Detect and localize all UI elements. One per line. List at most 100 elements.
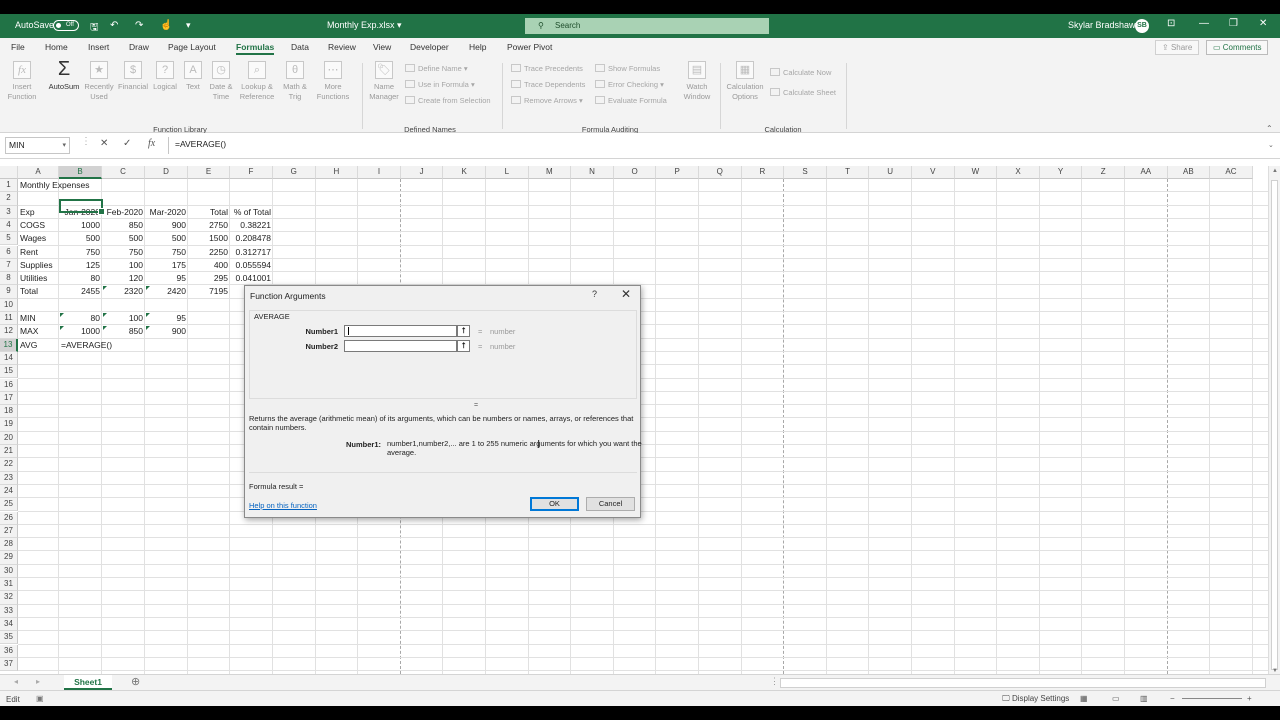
column-header-f[interactable]: F	[230, 166, 273, 179]
row-header-1[interactable]: 1	[0, 179, 18, 193]
tab-scroll-right-icon[interactable]: ▸	[36, 677, 40, 686]
column-header-n[interactable]: N	[571, 166, 614, 179]
trace-precedents-button[interactable]: Trace Precedents	[511, 64, 583, 73]
define-name-button[interactable]: Define Name ▾	[405, 64, 468, 73]
cell-a13[interactable]: AVG	[18, 339, 59, 352]
restore-icon[interactable]: ❐	[1229, 18, 1238, 29]
vertical-scroll-thumb[interactable]	[1271, 180, 1278, 670]
column-header-a[interactable]: A	[18, 166, 59, 179]
column-header-c[interactable]: C	[102, 166, 145, 179]
row-header-28[interactable]: 28	[0, 538, 18, 552]
horizontal-scrollbar[interactable]	[780, 678, 1266, 688]
tab-view[interactable]: View	[373, 42, 391, 52]
financial-button[interactable]: $ Financial	[116, 61, 150, 92]
column-header-t[interactable]: T	[826, 166, 870, 179]
cell-b7[interactable]: 125	[59, 259, 102, 272]
column-header-d[interactable]: D	[145, 166, 188, 179]
scroll-up-icon[interactable]: ▲	[1272, 168, 1278, 174]
column-header-j[interactable]: J	[400, 166, 444, 179]
close-window-icon[interactable]: ✕	[1259, 18, 1267, 29]
calculate-now-button[interactable]: Calculate Now	[770, 68, 831, 77]
row-header-5[interactable]: 5	[0, 232, 18, 246]
cell-e6[interactable]: 2250	[188, 246, 230, 259]
cancel-entry-icon[interactable]: ✕	[100, 138, 108, 149]
row-header-10[interactable]: 10	[0, 298, 18, 312]
zoom-out-icon[interactable]: −	[1170, 694, 1175, 703]
display-settings-button[interactable]: 🖵 Display Settings	[1002, 694, 1069, 704]
touch-mode-icon[interactable]: ☝	[160, 20, 172, 31]
dialog-close-icon[interactable]: ✕	[621, 287, 631, 301]
zoom-in-icon[interactable]: +	[1247, 694, 1252, 703]
text-button[interactable]: A Text	[180, 61, 206, 92]
evaluate-formula-button[interactable]: Evaluate Formula	[595, 96, 667, 105]
ribbon-display-options-icon[interactable]: ⊡	[1167, 18, 1175, 29]
cell-a8[interactable]: Utilities	[18, 272, 59, 285]
share-button[interactable]: ⇪ Share	[1155, 40, 1200, 55]
cell-c11[interactable]: 100	[102, 312, 145, 325]
column-header-e[interactable]: E	[188, 166, 230, 179]
row-header-29[interactable]: 29	[0, 551, 18, 565]
date-time-button[interactable]: ◷ Date & Time	[206, 61, 236, 102]
row-header-37[interactable]: 37	[0, 657, 18, 672]
cell-f6[interactable]: 0.312717	[230, 246, 273, 259]
cell-c7[interactable]: 100	[102, 259, 145, 272]
error-checking-button[interactable]: Error Checking ▾	[595, 80, 664, 89]
column-header-z[interactable]: Z	[1082, 166, 1125, 179]
cell-a1[interactable]: Monthly Expenses	[18, 179, 89, 192]
cell-a12[interactable]: MAX	[18, 325, 59, 338]
cell-f8[interactable]: 0.041001	[230, 272, 273, 285]
row-header-19[interactable]: 19	[0, 418, 18, 432]
row-header-12[interactable]: 12	[0, 325, 18, 339]
undo-icon[interactable]: ↶	[110, 20, 118, 31]
zoom-slider[interactable]	[1182, 698, 1242, 699]
cell-d7[interactable]: 175	[145, 259, 188, 272]
lookup-reference-button[interactable]: ⌕ Lookup & Reference	[237, 61, 277, 102]
row-header-27[interactable]: 27	[0, 524, 18, 539]
row-header-24[interactable]: 24	[0, 484, 18, 499]
avatar[interactable]: SB	[1135, 19, 1149, 33]
cell-e8[interactable]: 295	[188, 272, 230, 285]
cell-b5[interactable]: 500	[59, 232, 102, 245]
name-manager-button[interactable]: 🏷 Name Manager	[366, 61, 402, 102]
comments-button[interactable]: ▭ Comments	[1206, 40, 1269, 55]
watch-window-button[interactable]: ▤ Watch Window	[680, 61, 714, 102]
row-header-32[interactable]: 32	[0, 591, 18, 605]
row-header-31[interactable]: 31	[0, 578, 18, 592]
insert-function-button[interactable]: fx Insert Function	[4, 61, 40, 102]
formula-input[interactable]: =AVERAGE()	[168, 137, 1268, 154]
cell-a5[interactable]: Wages	[18, 232, 59, 245]
row-header-22[interactable]: 22	[0, 458, 18, 472]
column-header-w[interactable]: W	[954, 166, 998, 179]
row-header-20[interactable]: 20	[0, 431, 18, 445]
row-header-8[interactable]: 8	[0, 272, 18, 286]
cell-c12[interactable]: 850	[102, 325, 145, 338]
column-header-p[interactable]: P	[656, 166, 699, 179]
cell-d11[interactable]: 95	[145, 312, 188, 325]
column-header-m[interactable]: M	[528, 166, 572, 179]
tab-split-handle-icon[interactable]: ⋮	[770, 676, 779, 687]
name-box[interactable]: MIN	[5, 137, 70, 154]
sheet-tab-sheet1[interactable]: Sheet1	[64, 675, 112, 690]
help-on-function-link[interactable]: Help on this function	[249, 501, 317, 510]
cell-b11[interactable]: 80	[59, 312, 102, 325]
cell-b9[interactable]: 2455	[59, 285, 102, 298]
column-header-k[interactable]: K	[443, 166, 486, 179]
tab-file[interactable]: File	[11, 42, 25, 52]
confirm-entry-icon[interactable]: ✓	[123, 138, 131, 149]
cell-d5[interactable]: 500	[145, 232, 188, 245]
tab-developer[interactable]: Developer	[410, 42, 449, 52]
dialog-help-icon[interactable]: ?	[592, 289, 597, 299]
remove-arrows-button[interactable]: Remove Arrows ▾	[511, 96, 583, 105]
expand-formula-bar-icon[interactable]: ⌄	[1268, 141, 1274, 149]
number1-input[interactable]	[344, 325, 457, 337]
tab-page-layout[interactable]: Page Layout	[168, 42, 216, 52]
row-header-30[interactable]: 30	[0, 564, 18, 578]
tab-insert[interactable]: Insert	[88, 42, 109, 52]
cell-a9[interactable]: Total	[18, 285, 59, 298]
cell-b4[interactable]: 1000	[59, 219, 102, 232]
cell-e4[interactable]: 2750	[188, 219, 230, 232]
column-header-y[interactable]: Y	[1039, 166, 1083, 179]
tab-review[interactable]: Review	[328, 42, 356, 52]
collapse-ribbon-icon[interactable]: ⌃	[1266, 124, 1273, 133]
cell-e5[interactable]: 1500	[188, 232, 230, 245]
